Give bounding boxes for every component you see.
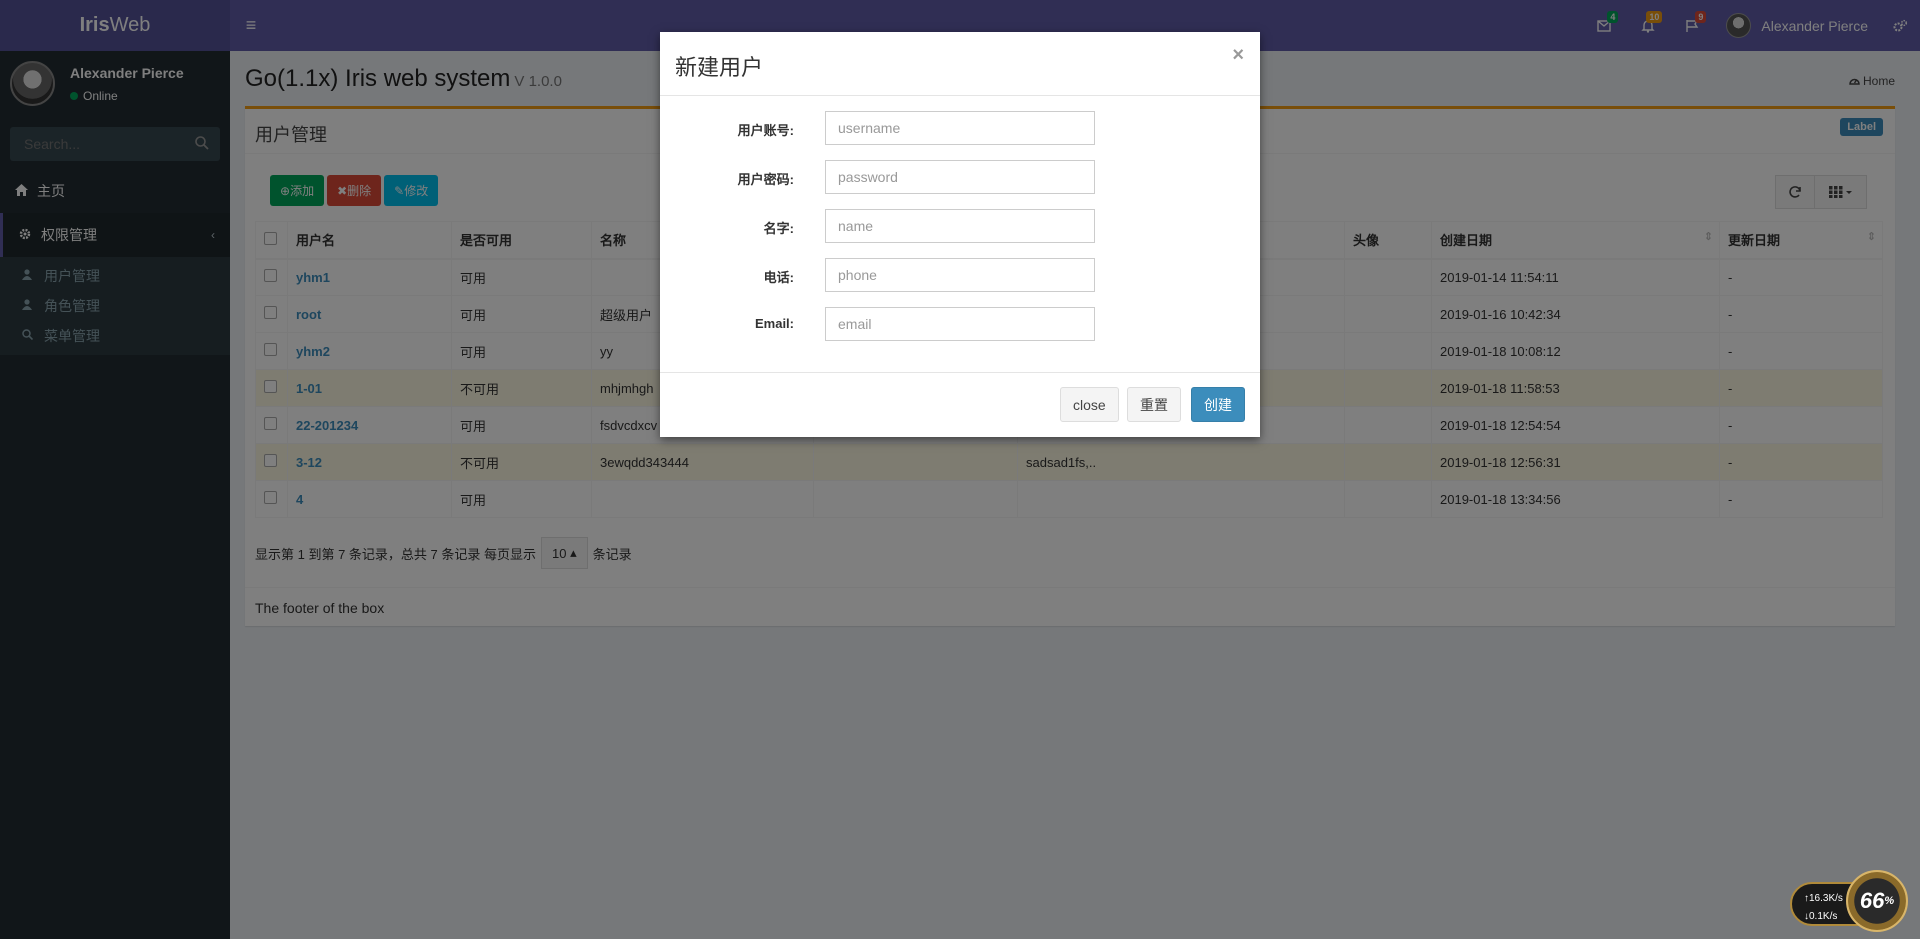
- memory-usage-circle: 66%: [1846, 870, 1908, 932]
- reset-button[interactable]: 重置: [1127, 387, 1181, 422]
- close-button[interactable]: close: [1060, 387, 1119, 422]
- password-row: 用户密码:: [660, 160, 1260, 194]
- username-input[interactable]: [825, 111, 1095, 145]
- username-label: 用户账号:: [737, 123, 794, 138]
- divider: [660, 95, 1260, 96]
- phone-label: 电话:: [763, 270, 794, 285]
- download-speed: 0.1K/s: [1809, 911, 1838, 922]
- email-label: Email:: [754, 316, 794, 331]
- name-label: 名字:: [763, 221, 794, 236]
- password-input[interactable]: [825, 160, 1095, 194]
- modal-title: 新建用户: [675, 55, 764, 80]
- modal-close-icon[interactable]: ×: [1232, 44, 1244, 67]
- upload-speed: 16.3K/s: [1809, 893, 1843, 904]
- phone-row: 电话:: [660, 258, 1260, 292]
- username-row: 用户账号:: [660, 111, 1260, 145]
- divider: [660, 372, 1260, 373]
- phone-input[interactable]: [825, 258, 1095, 292]
- password-label: 用户密码:: [737, 172, 794, 187]
- name-row: 名字:: [660, 209, 1260, 243]
- name-input[interactable]: [825, 209, 1095, 243]
- network-speed-widget[interactable]: ↑16.3K/s ↓0.1K/s 66%: [1790, 870, 1908, 932]
- memory-percent: 66: [1859, 888, 1885, 913]
- email-row: Email:: [660, 307, 1260, 341]
- new-user-modal: 新建用户 × 用户账号: 用户密码: 名字: 电话: Email: close …: [660, 32, 1260, 437]
- create-button[interactable]: 创建: [1191, 387, 1245, 422]
- email-input[interactable]: [825, 307, 1095, 341]
